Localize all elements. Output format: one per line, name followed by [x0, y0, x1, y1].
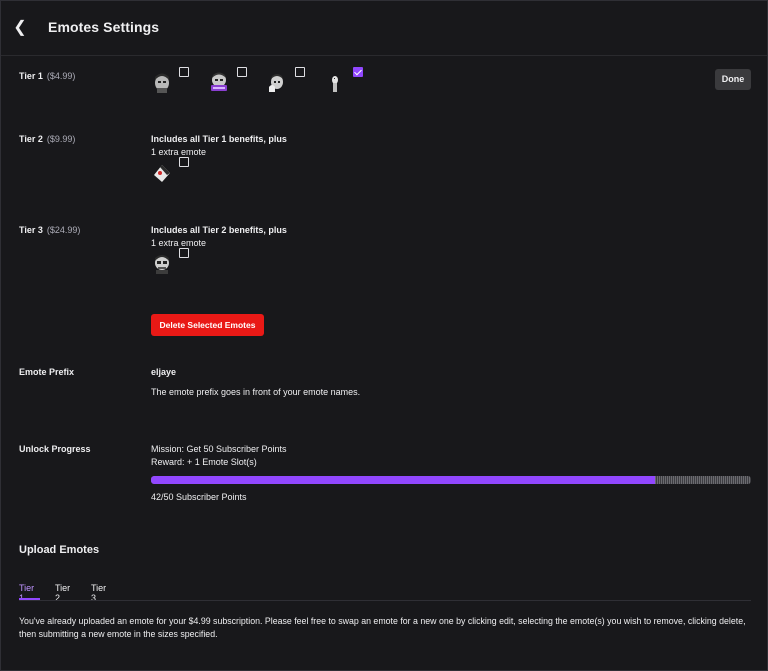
tier2-name: Tier 2	[19, 134, 43, 144]
tier2-extra-text: 1 extra emote	[151, 147, 207, 157]
upload-emotes-title: Upload Emotes	[19, 544, 100, 556]
tier1-price: ($4.99)	[46, 71, 76, 81]
emote-face-6-icon[interactable]	[151, 252, 173, 274]
unlock-progress-label: Unlock Progress	[19, 444, 91, 454]
tabs-divider	[19, 600, 751, 601]
tier1-emote2-checkbox[interactable]	[237, 67, 247, 77]
delete-selected-emotes-button[interactable]: Delete Selected Emotes	[151, 314, 264, 336]
back-chevron-icon[interactable]: ❮	[13, 19, 27, 37]
upload-message: You've already uploaded an emote for you…	[19, 616, 746, 639]
emotes-settings-panel: ❮ Emotes Settings Tier 1 ($4.99) Done Tie…	[0, 0, 768, 671]
tier2-price: ($9.99)	[46, 134, 76, 144]
tier3-benefits-title: Includes all Tier 2 benefits, plus	[151, 225, 287, 235]
tier2-benefits-title: Includes all Tier 1 benefits, plus	[151, 134, 287, 144]
tier3-label: Tier 3 ($24.99)	[19, 225, 80, 235]
tier3-emote1-checkbox[interactable]	[179, 248, 189, 258]
header: ❮ Emotes Settings	[1, 1, 767, 56]
tier3-name: Tier 3	[19, 225, 43, 235]
tier2-emote1-checkbox[interactable]	[179, 157, 189, 167]
emote-face-5-icon[interactable]	[151, 161, 173, 183]
done-button[interactable]: Done	[715, 69, 751, 90]
mission-text: Mission: Get 50 Subscriber Points	[151, 444, 287, 454]
tier2-label: Tier 2 ($9.99)	[19, 134, 75, 144]
tier1-label: Tier 1 ($4.99)	[19, 71, 75, 81]
page-title: Emotes Settings	[48, 19, 160, 35]
tier1-emote4-checkbox[interactable]	[353, 67, 363, 77]
emote-prefix-label: Emote Prefix	[19, 367, 75, 377]
tier1-name: Tier 1	[19, 71, 43, 81]
reward-text: Reward: + 1 Emote Slot(s)	[151, 457, 257, 467]
unlock-progress-bar	[151, 476, 751, 484]
emote-face-4-icon[interactable]	[323, 71, 345, 93]
tier3-extra-text: 1 extra emote	[151, 238, 207, 248]
emote-face-1-icon[interactable]	[151, 71, 173, 93]
tier1-emote1-checkbox[interactable]	[179, 67, 189, 77]
tier1-emote3-checkbox[interactable]	[295, 67, 305, 77]
unlock-progress-fill	[151, 476, 655, 484]
emote-prefix-description: The emote prefix goes in front of your e…	[151, 387, 361, 397]
emote-prefix-value[interactable]: eljaye	[151, 367, 176, 377]
progress-text: 42/50 Subscriber Points	[151, 492, 247, 502]
emote-face-3-icon[interactable]	[266, 71, 288, 93]
tier3-price: ($24.99)	[46, 225, 81, 235]
emote-face-2-icon[interactable]	[208, 71, 230, 93]
